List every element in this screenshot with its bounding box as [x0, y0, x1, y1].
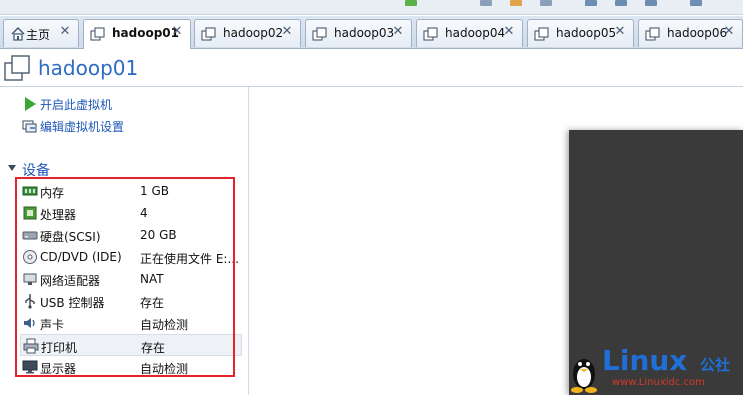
tab-label: hadoop02: [223, 26, 284, 40]
vm-icon: [90, 27, 105, 41]
tab-hadoop02[interactable]: hadoop02 ✕: [194, 19, 301, 47]
toolbar-unity-icon[interactable]: [645, 0, 657, 6]
tab-label: hadoop05: [556, 26, 617, 40]
edit-settings-icon: [22, 120, 37, 133]
close-icon[interactable]: ✕: [502, 25, 516, 39]
close-icon[interactable]: ✕: [722, 25, 736, 39]
vm-icon: [645, 27, 660, 41]
close-icon[interactable]: ✕: [280, 25, 294, 39]
tab-label: hadoop01: [112, 26, 180, 40]
tab-label: hadoop04: [445, 26, 506, 40]
collapse-arrow-icon[interactable]: [8, 165, 16, 171]
toolbar-revert-icon[interactable]: [510, 0, 522, 6]
play-icon: [25, 97, 36, 111]
vm-icon: [423, 27, 438, 41]
tab-hadoop06[interactable]: hadoop06 ✕: [638, 19, 743, 47]
page-title: hadoop01: [38, 56, 139, 80]
tab-hadoop04[interactable]: hadoop04 ✕: [416, 19, 523, 47]
watermark-brand: Linux: [602, 344, 688, 377]
tab-hadoop05[interactable]: hadoop05 ✕: [527, 19, 634, 47]
toolbar-view-icon[interactable]: [585, 0, 597, 6]
toolbar-console-icon[interactable]: [690, 0, 702, 6]
tab-label: 主页: [26, 28, 51, 42]
watermark-brand-cn: 公社: [700, 356, 731, 374]
tab-home[interactable]: 主页 ✕: [3, 19, 79, 47]
close-icon[interactable]: ✕: [170, 25, 184, 39]
highlight-annotation-box: [15, 177, 235, 377]
tab-bar: 主页 ✕ hadoop01 ✕ hadoop02 ✕ hadoop03 ✕ ha…: [0, 16, 743, 49]
vm-icon: [534, 27, 549, 41]
tab-label: hadoop03: [334, 26, 395, 40]
close-icon[interactable]: ✕: [58, 25, 72, 39]
action-label: 编辑虚拟机设置: [40, 120, 125, 134]
watermark-url: www.Linuxidc.com: [612, 377, 705, 388]
home-icon: [11, 27, 25, 41]
vm-icon: [201, 27, 216, 41]
close-icon[interactable]: ✕: [391, 25, 405, 39]
vm-large-icon: [4, 55, 30, 81]
vm-icon: [312, 27, 327, 41]
toolbar-play-icon[interactable]: [405, 0, 417, 6]
toolbar-manage-icon[interactable]: [540, 0, 552, 6]
action-label: 开启此虚拟机: [40, 98, 113, 112]
tab-hadoop01[interactable]: hadoop01 ✕: [83, 19, 191, 49]
toolbar-snapshot-icon[interactable]: [480, 0, 492, 6]
tab-hadoop03[interactable]: hadoop03 ✕: [305, 19, 412, 47]
toolbar-strip: [0, 0, 743, 15]
close-icon[interactable]: ✕: [613, 25, 627, 39]
toolbar-fullscreen-icon[interactable]: [615, 0, 627, 6]
tab-label: hadoop06: [667, 26, 728, 40]
